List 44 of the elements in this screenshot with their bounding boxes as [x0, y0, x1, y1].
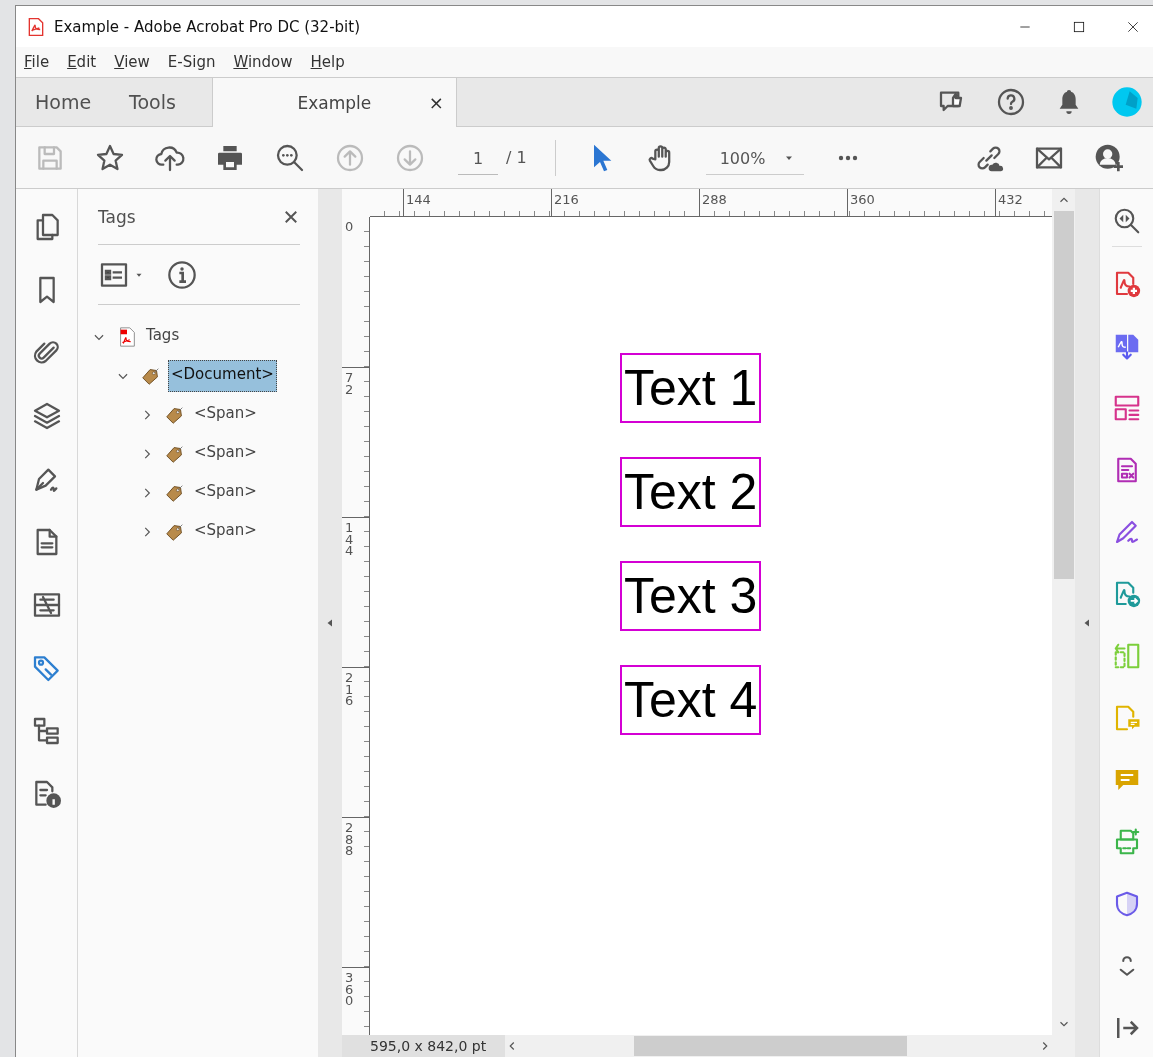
tab-close-button[interactable]: ×: [428, 92, 444, 113]
menu-item[interactable]: Edit: [67, 53, 97, 71]
scrollbar-thumb[interactable]: [634, 1036, 907, 1056]
ruler-label: 144: [405, 192, 431, 207]
info-icon[interactable]: [166, 258, 198, 291]
page-number-field[interactable]: 1: [458, 140, 498, 175]
ruler-label: 144: [345, 519, 355, 558]
tree-item[interactable]: Tags: [144, 321, 182, 352]
panel-title: Tags: [98, 206, 136, 227]
help-icon[interactable]: [995, 86, 1027, 118]
tab[interactable]: Tools: [110, 78, 195, 126]
tree-item[interactable]: <Span>: [192, 477, 259, 508]
text-box[interactable]: Text 3: [620, 561, 762, 631]
acrobat-logo-icon: [26, 15, 46, 38]
scrollbar-thumb[interactable]: [1053, 211, 1074, 579]
ruler-label: 72: [345, 369, 355, 396]
ruler-label: 216: [345, 669, 355, 708]
menu-item[interactable]: E-Sign: [167, 53, 216, 71]
ruler-label: 0: [345, 218, 355, 233]
vertical-scrollbar[interactable]: [1052, 189, 1075, 1035]
text-box[interactable]: Text 4: [620, 665, 762, 735]
text-box[interactable]: Text 2: [620, 457, 762, 527]
magnifier-icon[interactable]: [1111, 206, 1142, 247]
ruler-label: 360: [849, 192, 875, 207]
tree-item[interactable]: <Span>: [192, 516, 259, 547]
tree-item[interactable]: <Document>: [168, 359, 277, 392]
tree-item[interactable]: <Span>: [192, 438, 259, 469]
tab[interactable]: Home: [16, 78, 111, 126]
ruler-label: 288: [345, 819, 355, 858]
ruler-label: 216: [553, 192, 579, 207]
page-size-status: 595,0 x 842,0 pt: [342, 1035, 505, 1057]
tree-item[interactable]: <Span>: [192, 399, 259, 430]
text-box[interactable]: Text 1: [620, 353, 762, 423]
ruler-label: 432: [997, 192, 1023, 207]
tab[interactable]: Example ×: [211, 78, 457, 127]
menu-item[interactable]: Help: [310, 53, 345, 71]
ruler-label: 360: [345, 969, 355, 1008]
menu-item[interactable]: Window: [233, 53, 293, 71]
menu-item[interactable]: File: [24, 53, 50, 71]
window-title: Example - Adobe Acrobat Pro DC (32-bit): [54, 17, 360, 36]
page-total: / 1: [506, 148, 527, 167]
ruler-label: 288: [701, 192, 727, 207]
zoom-dropdown[interactable]: 100%: [705, 140, 804, 175]
menu-item[interactable]: View: [114, 53, 150, 71]
